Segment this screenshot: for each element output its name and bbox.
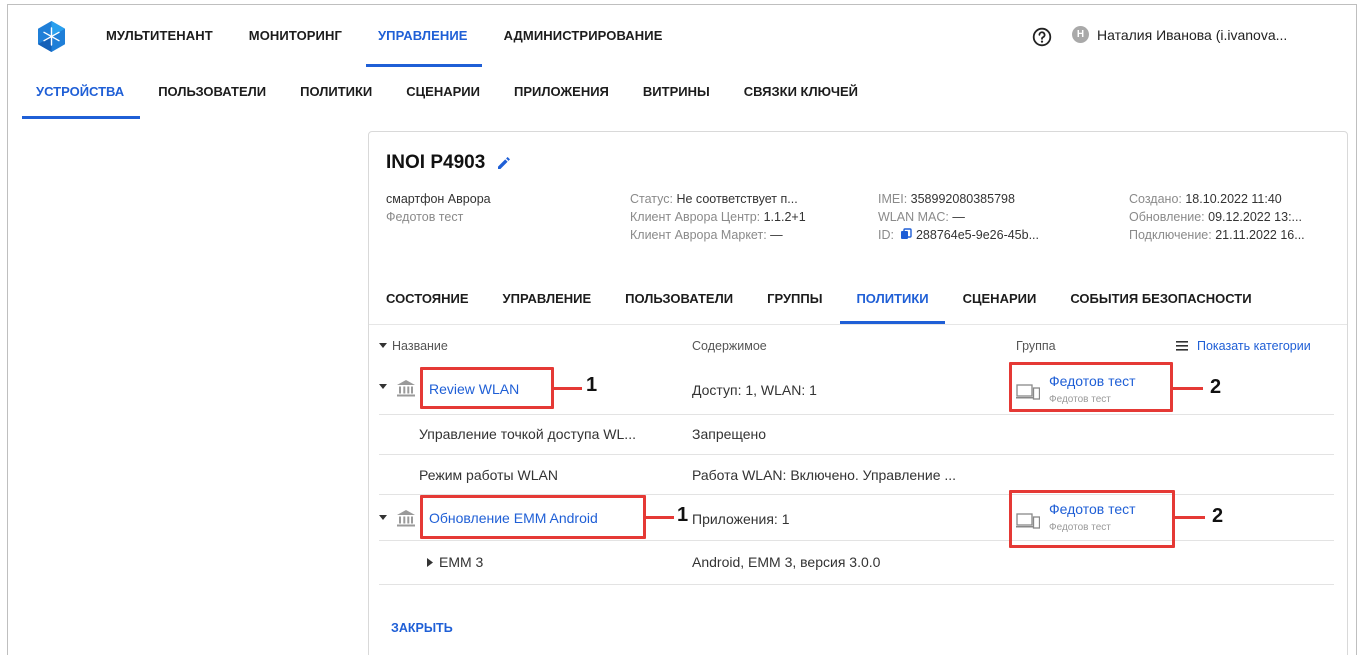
imei-label: IMEI: <box>878 192 908 206</box>
connected-label: Подключение: <box>1129 228 1212 242</box>
annotation-label: 2 <box>1210 376 1222 398</box>
client-center-label: Клиент Аврора Центр: <box>630 210 761 224</box>
app-window: МУЛЬТИТЕНАНТ МОНИТОРИНГ УПРАВЛЕНИЕ АДМИН… <box>7 4 1357 655</box>
show-categories-button[interactable]: Показать категории <box>1176 337 1311 355</box>
tab-management[interactable]: УПРАВЛЕНИЕ <box>503 284 592 324</box>
annotation-leader-line <box>1175 516 1205 519</box>
device-info-col-3: IMEI: 358992080385798 WLAN MAC: — ID: 288… <box>878 190 1118 244</box>
user-menu[interactable]: Н Наталия Иванова (i.ivanova... <box>1072 26 1287 43</box>
column-header-group: Группа <box>1016 339 1056 353</box>
policy-setting-value: Запрещено <box>692 426 767 442</box>
app-name: EMM 3 <box>439 554 484 570</box>
annotation-label: 1 <box>586 374 598 396</box>
tabs-divider <box>369 324 1347 325</box>
tab-scenarios[interactable]: СЦЕНАРИИ <box>963 284 1037 324</box>
device-info-col-2: Статус: Не соответствует п... Клиент Авр… <box>630 190 845 244</box>
annotation-box <box>420 495 646 539</box>
tab-security-events[interactable]: СОБЫТИЯ БЕЗОПАСНОСТИ <box>1070 284 1251 324</box>
subnav-devices[interactable]: УСТРОЙСТВА <box>21 67 141 119</box>
table-row: Режим работы WLAN Работа WLAN: Включено.… <box>379 455 1334 495</box>
device-tabs: СОСТОЯНИЕ УПРАВЛЕНИЕ ПОЛЬЗОВАТЕЛИ ГРУППЫ… <box>369 284 1347 324</box>
user-name: Наталия Иванова (i.ivanova... <box>1097 26 1288 43</box>
policy-bank-icon <box>397 380 415 397</box>
subnav-keychains[interactable]: СВЯЗКИ КЛЮЧЕЙ <box>744 67 858 119</box>
id-label: ID: <box>878 228 894 242</box>
client-market-label: Клиент Аврора Маркет: <box>630 228 767 242</box>
table-row: Управление точкой доступа WL... Запрещен… <box>379 415 1334 455</box>
top-nav: МУЛЬТИТЕНАНТ МОНИТОРИНГ УПРАВЛЕНИЕ АДМИН… <box>106 5 698 67</box>
topnav-monitoring[interactable]: МОНИТОРИНГ <box>249 5 342 67</box>
annotation-leader-line <box>554 387 582 390</box>
client-center-value: 1.1.2+1 <box>763 210 806 224</box>
topnav-management[interactable]: УПРАВЛЕНИЕ <box>366 5 482 67</box>
status-value: Не соответствует п... <box>676 192 798 206</box>
policy-setting-name: Управление точкой доступа WL... <box>419 426 636 442</box>
topnav-administration[interactable]: АДМИНИСТРИРОВАНИЕ <box>504 5 663 67</box>
app-details: Android, EMM 3, версия 3.0.0 <box>692 554 881 570</box>
close-button[interactable]: ЗАКРЫТЬ <box>391 621 453 635</box>
policy-content: Приложения: 1 <box>692 511 790 527</box>
question-circle-icon[interactable] <box>1032 27 1052 47</box>
app-logo-icon[interactable] <box>35 20 68 53</box>
caret-down-icon[interactable] <box>379 384 387 389</box>
id-value: 288764e5-9e26-45b... <box>915 228 1040 242</box>
copy-icon[interactable] <box>900 228 912 240</box>
updated-value: 09.12.2022 13:... <box>1208 210 1302 224</box>
policy-content: Доступ: 1, WLAN: 1 <box>692 382 817 398</box>
device-title-row: INOI P4903 <box>386 152 513 174</box>
client-market-value: — <box>770 228 783 242</box>
device-info-col-1: смартфон Аврора Федотов тест <box>386 190 606 226</box>
subnav-scenarios[interactable]: СЦЕНАРИИ <box>406 67 480 119</box>
policy-setting-name: Режим работы WLAN <box>419 467 558 483</box>
list-icon <box>1176 341 1188 351</box>
subnav-applications[interactable]: ПРИЛОЖЕНИЯ <box>514 67 609 119</box>
page-title: INOI P4903 <box>386 152 486 173</box>
updated-label: Обновление: <box>1129 210 1205 224</box>
device-type: смартфон Аврора <box>386 192 491 206</box>
status-label: Статус: <box>630 192 673 206</box>
created-label: Создано: <box>1129 192 1182 206</box>
top-header: МУЛЬТИТЕНАНТ МОНИТОРИНГ УПРАВЛЕНИЕ АДМИН… <box>8 5 1356 67</box>
subnav-users[interactable]: ПОЛЬЗОВАТЕЛИ <box>158 67 266 119</box>
table-header: Название Содержимое Группа Показать кате… <box>379 337 1334 361</box>
annotation-box <box>1009 362 1173 412</box>
tab-groups[interactable]: ГРУППЫ <box>767 284 822 324</box>
policy-setting-value: Работа WLAN: Включено. Управление ... <box>692 467 957 483</box>
subnav-policies[interactable]: ПОЛИТИКИ <box>300 67 372 119</box>
caret-right-icon[interactable] <box>427 558 433 567</box>
annotation-label: 1 <box>677 504 689 526</box>
tab-users[interactable]: ПОЛЬЗОВАТЕЛИ <box>625 284 733 324</box>
wlan-mac-label: WLAN MAC: <box>878 210 949 224</box>
annotation-box <box>1009 490 1175 548</box>
column-header-content: Содержимое <box>692 339 767 353</box>
created-value: 18.10.2022 11:40 <box>1185 192 1282 206</box>
annotation-leader-line <box>1173 387 1203 390</box>
device-card: INOI P4903 смартфон Аврора Федотов тест … <box>368 131 1348 655</box>
caret-down-icon <box>379 343 387 348</box>
tab-state[interactable]: СОСТОЯНИЕ <box>386 284 469 324</box>
annotation-label: 2 <box>1212 505 1224 527</box>
column-header-name[interactable]: Название <box>379 337 448 355</box>
pencil-icon[interactable] <box>495 154 513 172</box>
annotation-leader-line <box>646 516 674 519</box>
sub-nav: УСТРОЙСТВА ПОЛЬЗОВАТЕЛИ ПОЛИТИКИ СЦЕНАРИ… <box>21 67 892 119</box>
connected-value: 21.11.2022 16... <box>1215 228 1305 242</box>
policy-bank-icon <box>397 510 415 527</box>
device-info-col-4: Создано: 18.10.2022 11:40 Обновление: 09… <box>1129 190 1341 244</box>
imei-value: 358992080385798 <box>910 192 1015 206</box>
tab-policies[interactable]: ПОЛИТИКИ <box>840 284 945 324</box>
wlan-mac-value: — <box>952 210 965 224</box>
subnav-showcases[interactable]: ВИТРИНЫ <box>643 67 710 119</box>
caret-down-icon[interactable] <box>379 515 387 520</box>
avatar: Н <box>1072 26 1089 43</box>
device-group: Федотов тест <box>386 210 464 224</box>
topnav-multitenant[interactable]: МУЛЬТИТЕНАНТ <box>106 5 213 67</box>
annotation-box <box>420 367 554 409</box>
table-row: EMM 3 Android, EMM 3, версия 3.0.0 <box>379 541 1334 585</box>
